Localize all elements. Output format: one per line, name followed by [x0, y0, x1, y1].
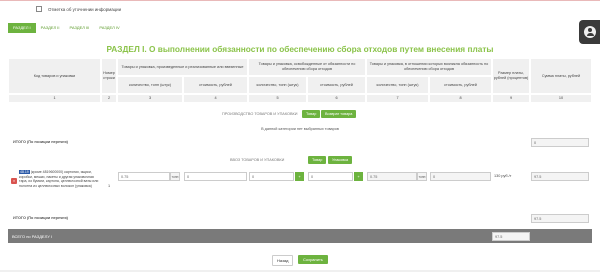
qty-obligated-value: 0.75	[367, 172, 417, 181]
cost-obligated-value: 0	[430, 172, 491, 181]
import-section-label: ВВОЗ ТОВАРОВ И УПАКОВКИ	[230, 158, 285, 162]
user-menu-button[interactable]	[579, 20, 600, 44]
correction-label: Отметка об уточнении информации	[48, 6, 122, 12]
user-icon	[584, 26, 596, 38]
header-group-obligated: Товары и упаковка, в отношении которых в…	[366, 58, 492, 76]
cost-exempt-plus-button[interactable]: +	[354, 172, 363, 181]
header-group-exempt: Товары и упаковка, освобожденные от обяз…	[248, 58, 366, 76]
cost-exempt-input[interactable]: 0	[308, 172, 353, 181]
header-qty-1: количество, тонн (штук)	[117, 76, 183, 94]
header-cost-2: стоимость, рублей	[307, 76, 366, 94]
top-divider	[0, 0, 600, 1]
tab-section-4[interactable]: РАЗДЕЛ IV	[94, 23, 125, 33]
item-code: 48.19	[19, 170, 30, 174]
header-code: Код товаров и упаковки	[8, 58, 101, 94]
import-total-label: ИТОГО (По позиции перечня)	[8, 212, 492, 224]
item-line-no: 1	[101, 182, 117, 190]
header-group-produced: Товары и упаковка, произведенные и реали…	[117, 58, 248, 76]
col-number: 10	[530, 94, 592, 103]
col-number: 3	[117, 94, 183, 103]
item-description-text: (кроме 4819600000) картонки, ящики, коро…	[19, 170, 99, 188]
section-tabs: РАЗДЕЛ I РАЗДЕЛ II РАЗДЕЛ III РАЗДЕЛ IV	[8, 23, 125, 33]
qty-exempt-plus-button[interactable]: +	[295, 172, 304, 181]
grand-total-value: 97.5	[492, 232, 530, 241]
col-number: 9	[492, 94, 530, 103]
qty-exempt-input[interactable]: 0	[249, 172, 294, 181]
production-empty-note: В данной категории нет выбранных товаров	[261, 127, 339, 131]
col-number: 4	[183, 94, 248, 103]
col-number: 7	[366, 94, 429, 103]
import-add-goods-button[interactable]: Товар	[308, 156, 327, 164]
production-section-label: ПРОИЗВОДСТВО ТОВАРОВ И УПАКОВКИ	[222, 112, 298, 116]
header-line-no: Номер строки	[101, 58, 117, 94]
col-number: 1	[8, 94, 101, 103]
back-button[interactable]: Назад	[272, 255, 294, 266]
production-return-button[interactable]: Возврат товара	[321, 110, 357, 118]
tab-section-2[interactable]: РАЗДЕЛ II	[35, 23, 65, 33]
header-qty-3: количество, тонн (штук)	[366, 76, 429, 94]
item-description: 48.19 (кроме 4819600000) картонки, ящики…	[19, 170, 101, 188]
cost-produced-input[interactable]: 0	[184, 172, 247, 181]
unit-produced[interactable]: тонн	[170, 172, 180, 181]
delete-row-icon[interactable]: ×	[11, 178, 17, 184]
correction-mark[interactable]: Отметка об уточнении информации	[36, 6, 121, 12]
sum-value: 97.5	[531, 172, 589, 181]
save-button[interactable]: Сохранить	[298, 255, 328, 264]
rate-value: 130 руб./т	[494, 174, 512, 178]
header-qty-2: количество, тонн (штук)	[248, 76, 307, 94]
tab-section-3[interactable]: РАЗДЕЛ III	[64, 23, 95, 33]
header-sum: Сумма платы, рублей	[530, 58, 592, 94]
production-total-label: ИТОГО (По позиции перечня)	[8, 136, 492, 148]
header-rate: Размер платы, рублей (процентов)	[492, 58, 530, 94]
section-table: Код товаров и упаковки Номер строки Това…	[8, 52, 592, 258]
header-cost-3: стоимость, рублей	[429, 76, 492, 94]
unit-obligated: тонн	[417, 172, 427, 181]
col-number: 2	[101, 94, 117, 103]
header-cost-1: стоимость, рублей	[183, 76, 248, 94]
import-add-package-button[interactable]: Упаковка	[328, 156, 353, 164]
qty-produced-input[interactable]: 0.75	[118, 172, 170, 181]
form-footer: Назад Сохранить	[0, 255, 600, 266]
col-number: 5	[248, 94, 307, 103]
tab-section-1[interactable]: РАЗДЕЛ I	[8, 23, 36, 33]
import-total-value: 97.5	[531, 214, 589, 223]
production-add-goods-button[interactable]: Товар	[302, 110, 321, 118]
correction-checkbox[interactable]	[36, 6, 42, 12]
grand-total-label: ВСЕГО по РАЗДЕЛУ I	[12, 233, 52, 239]
col-number: 6	[307, 94, 366, 103]
production-total-value: 0	[531, 138, 589, 147]
col-number: 8	[429, 94, 492, 103]
